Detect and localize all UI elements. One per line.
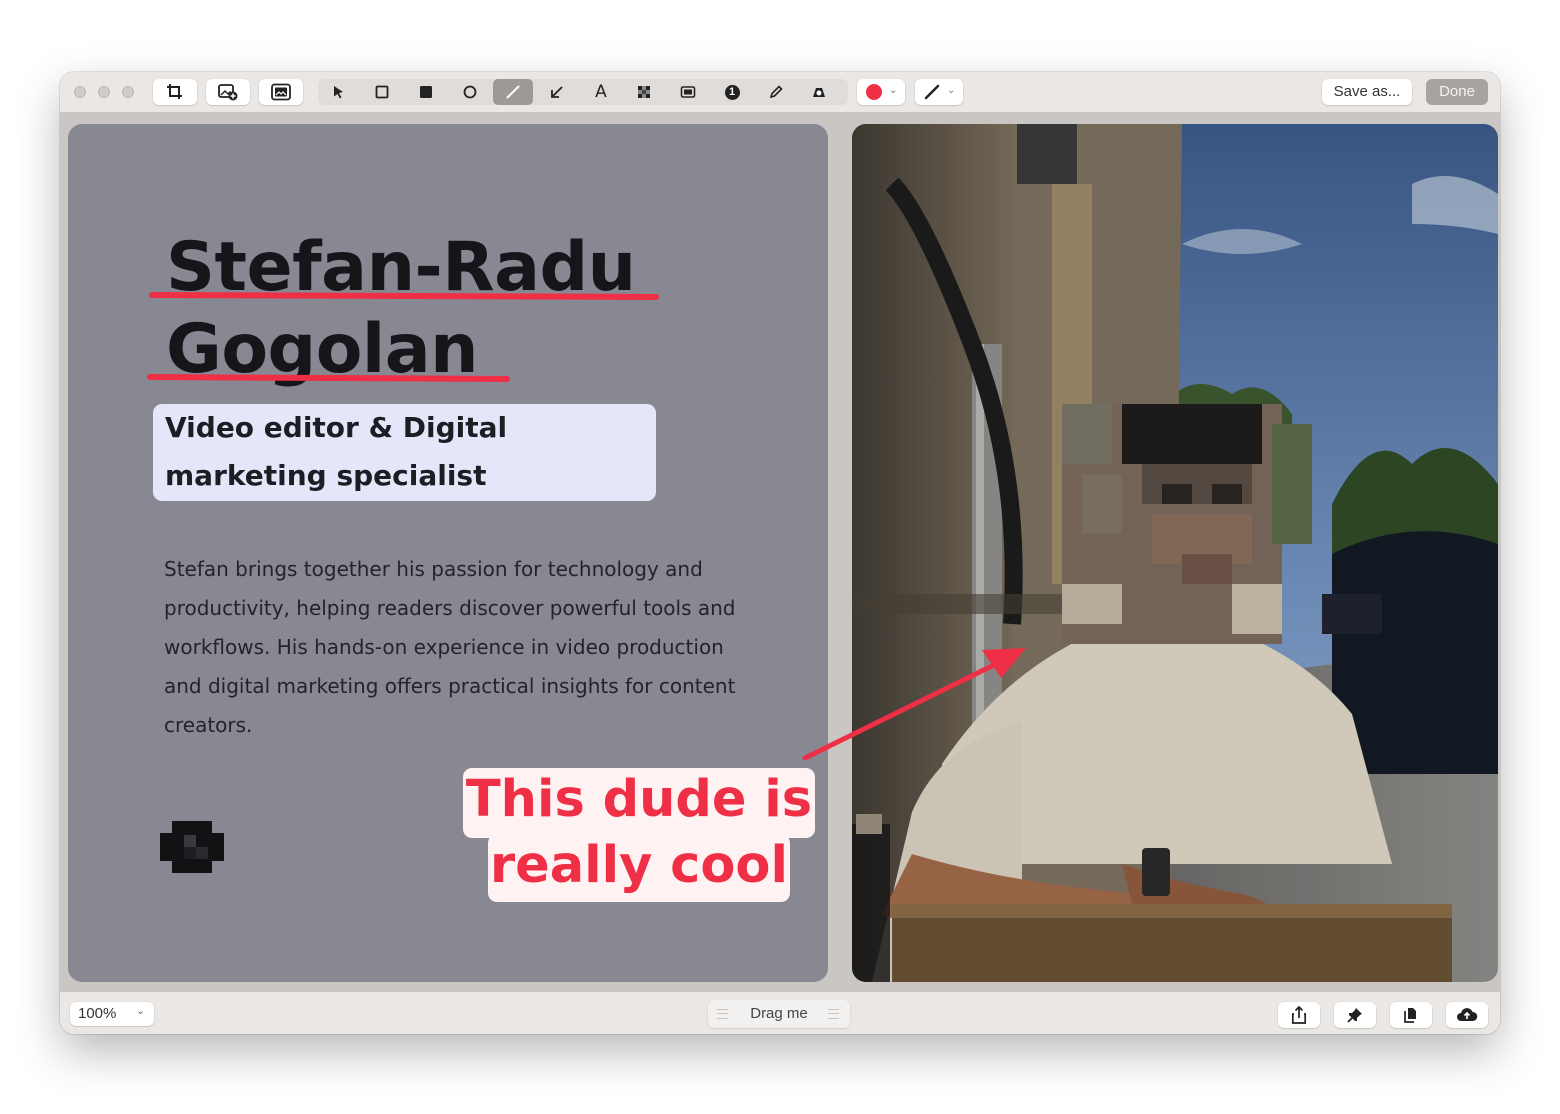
drag-label: Drag me — [750, 1005, 808, 1022]
done-button[interactable]: Done — [1426, 79, 1488, 105]
circle-outline-icon — [463, 85, 477, 99]
smart-tool[interactable] — [799, 79, 839, 105]
arrow-tool[interactable] — [537, 79, 577, 105]
color-swatch — [866, 84, 882, 100]
underline-annotation[interactable] — [149, 292, 659, 300]
zoom-value: 100% — [78, 1005, 117, 1022]
stroke-style-icon — [924, 84, 940, 100]
line-tool[interactable] — [493, 79, 533, 105]
add-image-icon — [218, 84, 238, 101]
counter-icon: 1 — [724, 84, 740, 100]
pixelate-icon — [638, 86, 650, 98]
grip-icon — [828, 1009, 839, 1019]
smart-shape-icon — [813, 88, 825, 97]
annotation-tools: A 1 — [318, 79, 848, 105]
arrow-head — [982, 648, 1026, 678]
cloud-upload-button[interactable] — [1446, 1002, 1488, 1028]
pin-icon — [1347, 1008, 1362, 1023]
callout-text-line-2[interactable]: really cool — [488, 834, 790, 902]
add-image-button[interactable] — [206, 79, 250, 105]
minimize-window-button[interactable] — [98, 86, 110, 98]
arrow-icon — [551, 86, 563, 98]
rectangle-outline-icon — [375, 85, 389, 99]
highlight-box-icon — [680, 86, 696, 98]
ellipse-tool[interactable] — [450, 79, 490, 105]
copy-button[interactable] — [1390, 1002, 1432, 1028]
color-picker[interactable]: ⌄ — [857, 79, 905, 105]
text-tool[interactable]: A — [581, 79, 621, 105]
rectangle-filled-icon — [420, 86, 432, 98]
zoom-window-button[interactable] — [122, 86, 134, 98]
counter-tool[interactable]: 1 — [712, 79, 752, 105]
underline-annotation[interactable] — [147, 374, 510, 382]
grip-icon — [717, 1009, 728, 1019]
toolbar: A 1 ⌄ ⌄ Save as... Done — [60, 72, 1500, 112]
arrow-annotation[interactable] — [802, 655, 1011, 761]
line-icon — [506, 85, 520, 99]
select-tool[interactable] — [318, 79, 358, 105]
cloud-upload-icon — [1457, 1008, 1478, 1021]
background-button[interactable] — [259, 79, 303, 105]
crop-icon — [167, 84, 182, 99]
bottom-bar: 100% ⌄ Drag me — [60, 992, 1500, 1034]
crop-button[interactable] — [153, 79, 197, 105]
filled-rectangle-tool[interactable] — [406, 79, 446, 105]
chevron-down-icon: ⌄ — [947, 85, 956, 96]
pencil-tool[interactable] — [756, 79, 796, 105]
drag-handle[interactable]: Drag me — [708, 1000, 850, 1028]
copy-icon — [1404, 1008, 1416, 1023]
stroke-picker[interactable]: ⌄ — [915, 79, 963, 105]
background-image-icon — [271, 83, 291, 101]
pin-button[interactable] — [1334, 1002, 1376, 1028]
annotation-window: A 1 ⌄ ⌄ Save as... Done Stefan-Radu Gogo… — [60, 72, 1500, 1034]
highlight-tool[interactable] — [668, 79, 708, 105]
close-window-button[interactable] — [74, 86, 86, 98]
pencil-icon — [769, 85, 783, 99]
share-icon — [1291, 1006, 1307, 1024]
rectangle-tool[interactable] — [362, 79, 402, 105]
save-as-button[interactable]: Save as... — [1322, 79, 1412, 105]
share-button[interactable] — [1278, 1002, 1320, 1028]
chevron-down-icon: ⌄ — [136, 1005, 146, 1017]
text-icon: A — [595, 82, 607, 102]
cursor-arrow-icon — [334, 86, 343, 99]
callout-text-line-1[interactable]: This dude is — [463, 768, 815, 838]
pixelate-tool[interactable] — [624, 79, 664, 105]
zoom-select[interactable]: 100% ⌄ — [70, 1002, 154, 1026]
chevron-down-icon: ⌄ — [889, 85, 898, 96]
canvas[interactable]: Stefan-Radu Gogolan Video editor & Digit… — [60, 112, 1500, 992]
